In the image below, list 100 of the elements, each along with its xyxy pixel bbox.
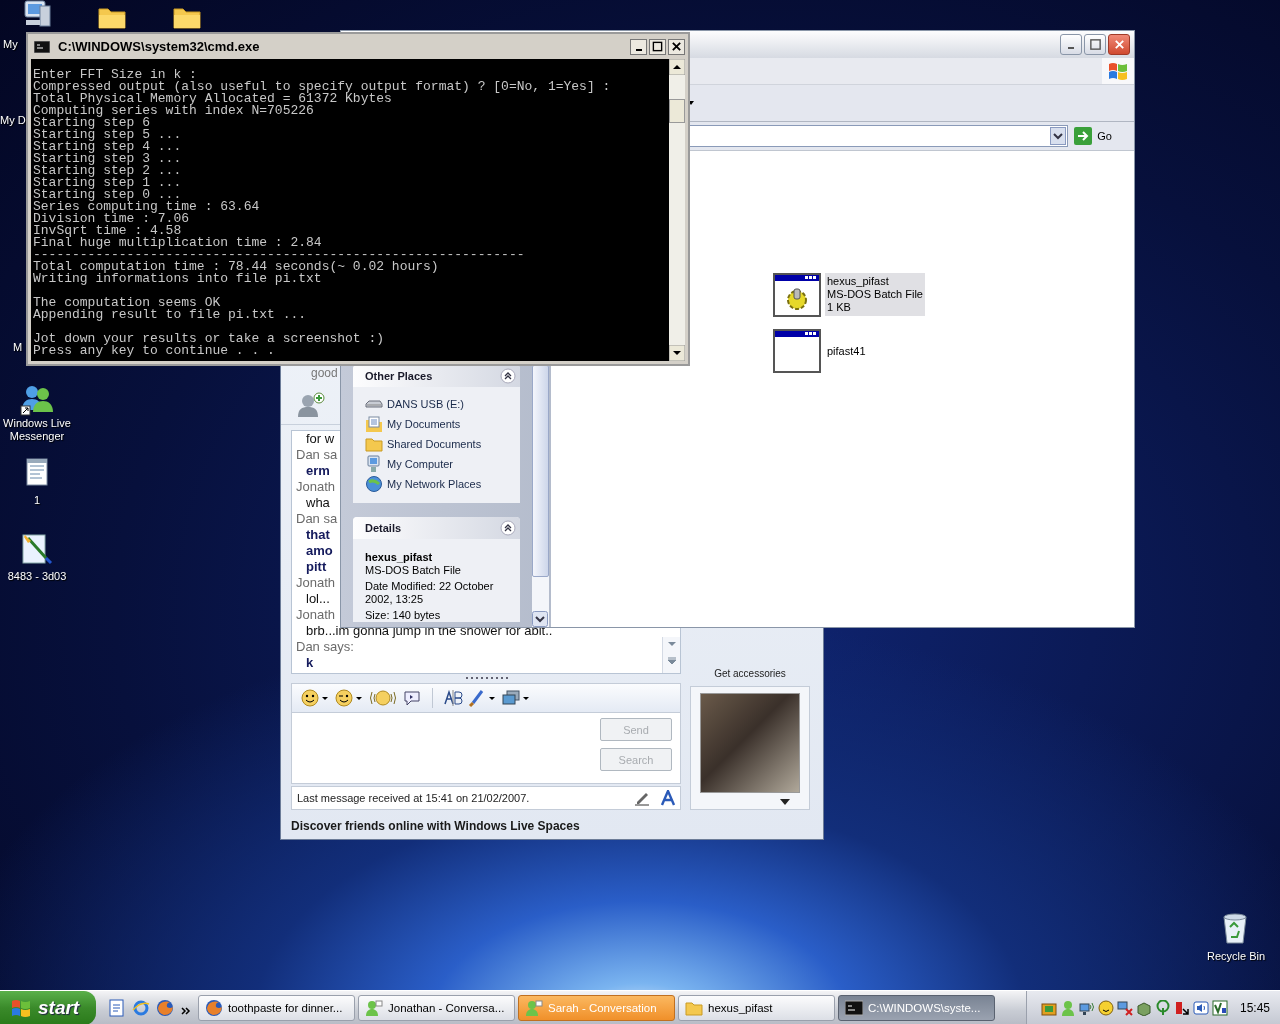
console-line: Computing series with index N=705226 (33, 105, 315, 117)
collapse-icon[interactable] (500, 368, 516, 384)
chat-line: erm (306, 463, 330, 479)
browser-icon[interactable] (132, 998, 150, 1017)
console-line: Starting step 0 ... (33, 189, 182, 201)
place-link[interactable]: My Network Places (387, 478, 482, 490)
document-icon[interactable] (108, 998, 126, 1017)
console-line: Jot down your results or take a screenshot :) (33, 333, 386, 345)
console-line: --------------------------------------------------------------- (33, 249, 526, 261)
scrollbar-thumb[interactable] (669, 99, 685, 123)
status-text: Last message received at 15:41 on 21/02/2007. (297, 792, 531, 804)
minimize-button[interactable] (630, 38, 647, 55)
globe-icon[interactable] (365, 475, 383, 493)
speech-bubble-icon[interactable] (402, 688, 422, 708)
collapse-icon[interactable] (500, 520, 516, 536)
window-icon[interactable] (773, 329, 821, 373)
globe-icon[interactable] (156, 998, 174, 1017)
chat-line: pitt (306, 559, 327, 575)
console-line: Starting step 5 ... (33, 129, 183, 141)
file-label[interactable]: pifast41 (825, 342, 868, 360)
taskbar-button[interactable]: Jonathan - Conversa... (358, 994, 515, 1021)
chevron-icon[interactable] (180, 1004, 192, 1017)
scrollbar[interactable] (532, 365, 549, 627)
chat-line: that (306, 527, 330, 543)
scrollbar[interactable] (662, 637, 680, 673)
close-button[interactable] (1108, 34, 1130, 55)
console-line: Division time : 7.06 (33, 213, 191, 225)
picture-icon[interactable] (501, 688, 531, 708)
close-button[interactable] (668, 38, 685, 55)
console-line: InvSqrt time : 4.58 (33, 225, 182, 237)
chat-line: Dan sa (296, 447, 338, 463)
smiley-icon[interactable] (300, 688, 330, 708)
scroll-up-icon[interactable] (669, 59, 685, 75)
go-button[interactable]: Go (1072, 127, 1134, 145)
scrollbar[interactable] (669, 59, 685, 361)
icon-label[interactable]: My (3, 38, 18, 51)
brush-icon[interactable] (467, 688, 497, 708)
font-icon[interactable] (660, 790, 676, 806)
check-icon[interactable] (1211, 999, 1228, 1016)
place-link[interactable]: My Computer (387, 458, 454, 470)
chat-line: Jonath (296, 575, 336, 591)
chat-line: k (306, 655, 314, 671)
taskbar-button[interactable]: toothpaste for dinner... (198, 994, 355, 1021)
icon-label[interactable]: M (13, 341, 23, 354)
icon-label[interactable]: My D (0, 114, 26, 127)
face-icon[interactable] (1097, 999, 1114, 1016)
pencil-icon[interactable] (634, 790, 650, 806)
paintbrush-icon[interactable] (20, 532, 54, 566)
personal-message: good (311, 366, 338, 380)
taskbar-button[interactable]: hexus_pifast (678, 994, 835, 1021)
scroll-down-icon[interactable] (532, 611, 548, 627)
icon-label[interactable]: Recycle Bin (1196, 950, 1276, 963)
accessories-link[interactable]: Get accessories (714, 668, 786, 679)
start-button[interactable]: start (0, 990, 96, 1024)
console-line: The computation seems OK (33, 297, 222, 309)
minimize-icon (1067, 45, 1075, 50)
date-modified: Date Modified: 22 October 2002, 13:25 (365, 580, 495, 606)
text-style-icon[interactable] (443, 688, 463, 708)
console-line: Starting step 6 (33, 117, 152, 129)
file-size: Size: 140 bytes (365, 609, 442, 622)
gear-window-icon[interactable] (773, 273, 821, 317)
wink-icon[interactable] (334, 688, 364, 708)
add-contact-icon[interactable] (297, 392, 325, 418)
file-size: 1 KB (827, 301, 852, 314)
minimize-button[interactable] (1060, 34, 1082, 55)
console-line: Starting step 1 ... (33, 177, 183, 189)
icon-label[interactable]: 1 (0, 494, 74, 507)
file-label[interactable]: hexus_pifast MS-DOS Batch File 1 KB (825, 273, 925, 316)
place-link[interactable]: Shared Documents (387, 438, 482, 450)
globe-icon (205, 998, 223, 1017)
chat-line: Dan says: (296, 639, 354, 655)
console-icon (34, 40, 50, 53)
file-type: MS-DOS Batch File (827, 288, 923, 301)
promo-banner[interactable]: Discover friends online with Windows Live Spaces (291, 819, 580, 833)
window-title: C:\WINDOWS\system32\cmd.exe (58, 39, 261, 54)
file-name: hexus_pifast (827, 275, 890, 288)
person-icon (365, 998, 383, 1017)
chat-line: wha (306, 495, 330, 511)
caret-icon[interactable] (780, 799, 790, 805)
chat-line: amo (306, 543, 333, 559)
console-line: Final huge multiplication time : 2.84 (33, 237, 323, 249)
maximize-button[interactable] (649, 38, 666, 55)
scroll-down-icon[interactable] (669, 345, 685, 361)
windows-logo-icon (10, 997, 32, 1018)
dropdown-icon[interactable] (1050, 127, 1067, 145)
clock[interactable]: 15:45 (1239, 1000, 1270, 1015)
notepad-icon[interactable] (25, 457, 49, 487)
place-link[interactable]: DANS USB (E:) (387, 398, 464, 410)
console-line: Enter FFT Size in k : (33, 69, 197, 81)
scrollbar-thumb[interactable] (532, 365, 549, 577)
icon-label[interactable]: 8483 - 3d03 (0, 570, 74, 583)
place-link[interactable]: My Documents (387, 418, 461, 430)
panel-title[interactable]: Details (365, 522, 402, 534)
people-icon[interactable] (20, 384, 54, 416)
computer-icon[interactable] (22, 0, 52, 28)
network-error-icon[interactable] (1116, 999, 1133, 1016)
icon-label[interactable]: Windows Live Messenger (0, 417, 74, 443)
nudge-icon[interactable] (368, 688, 398, 708)
console-line: Appending result to file pi.txt ... (33, 309, 308, 321)
speaker-icon[interactable] (1192, 999, 1209, 1016)
